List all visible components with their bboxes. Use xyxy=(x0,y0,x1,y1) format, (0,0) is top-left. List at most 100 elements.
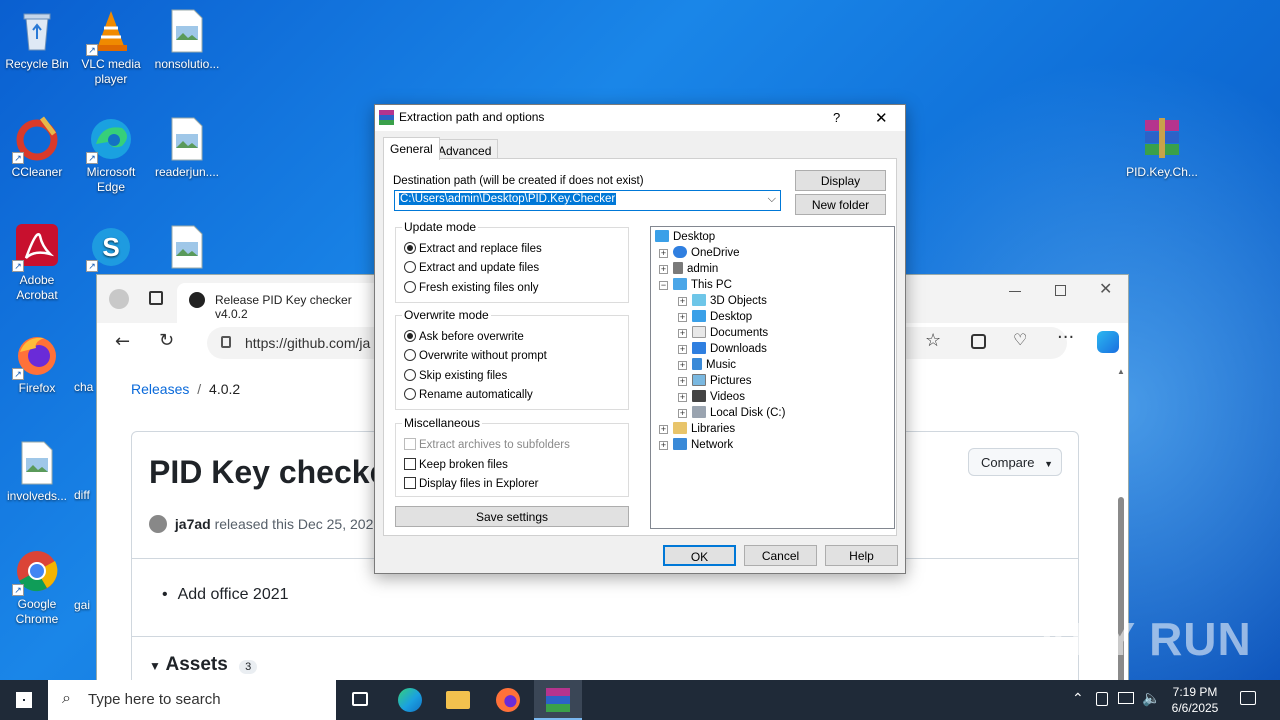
folder-tree[interactable]: Desktop + OneDrive + admin − This PC + 3… xyxy=(650,226,895,529)
assets-header[interactable]: ▼ Assets 3 xyxy=(149,654,258,676)
breadcrumb-releases-link[interactable]: Releases xyxy=(131,381,189,397)
desktop-icon-firefox[interactable]: ↗ Firefox xyxy=(0,332,74,396)
copilot-icon[interactable] xyxy=(1097,331,1119,353)
expand-icon[interactable]: + xyxy=(659,249,668,258)
desktop-icon-pid-archive[interactable]: PID.Key.Ch... xyxy=(1124,116,1200,180)
expand-icon[interactable]: + xyxy=(678,377,687,386)
author-link[interactable]: ja7ad xyxy=(175,516,211,532)
expand-icon[interactable]: + xyxy=(678,313,687,322)
volume-icon[interactable]: 🔈 xyxy=(1142,689,1161,707)
new-folder-button[interactable]: New folder xyxy=(795,194,886,215)
tree-item-pictures[interactable]: Pictures xyxy=(692,373,752,389)
back-arrow-icon[interactable]: ← xyxy=(115,331,130,352)
chevron-down-icon[interactable]: ⌵ xyxy=(768,193,776,206)
checkbox-keep-broken[interactable]: Keep broken files xyxy=(404,458,508,471)
tab-general[interactable]: General xyxy=(383,137,440,160)
profile-avatar-icon[interactable] xyxy=(109,289,129,309)
tree-item-libraries[interactable]: Libraries xyxy=(673,421,735,437)
destination-path-combobox[interactable]: C:\Users\admin\Desktop\PID.Key.Checker ⌵ xyxy=(394,190,781,211)
expand-icon[interactable]: + xyxy=(678,329,687,338)
desktop-icon-skype[interactable]: S ↗ xyxy=(74,224,148,273)
image-file-icon xyxy=(164,8,210,54)
tray-device-icon[interactable] xyxy=(1096,692,1108,706)
ok-button[interactable]: OK xyxy=(663,545,736,566)
taskbar-winrar[interactable] xyxy=(534,680,582,720)
taskbar-file-explorer[interactable] xyxy=(434,680,482,720)
expand-icon[interactable]: + xyxy=(659,425,668,434)
expand-icon[interactable]: + xyxy=(678,393,687,402)
notifications-icon[interactable] xyxy=(1240,691,1256,705)
radio-fresh-existing[interactable]: Fresh existing files only xyxy=(404,281,539,294)
expand-icon[interactable]: + xyxy=(659,265,668,274)
network-tray-icon[interactable] xyxy=(1118,692,1134,704)
expand-icon[interactable]: + xyxy=(678,361,687,370)
desktop-icon-label: involveds... xyxy=(6,489,68,503)
help-button[interactable]: ? xyxy=(833,110,840,125)
taskbar-firefox[interactable] xyxy=(484,680,532,720)
browser-essentials-icon[interactable]: ♡ xyxy=(1013,330,1027,349)
scroll-up-icon[interactable]: ▲ xyxy=(1117,367,1125,376)
clock[interactable]: 7:19 PM 6/6/2025 xyxy=(1166,684,1224,716)
expand-icon[interactable]: + xyxy=(678,409,687,418)
browser-tab[interactable]: Release PID Key checker v4.0.2 xyxy=(177,283,387,323)
task-view-button[interactable] xyxy=(336,680,384,720)
desktop-icon-recycle-bin[interactable]: Recycle Bin xyxy=(0,8,74,72)
display-button[interactable]: Display xyxy=(795,170,886,191)
tree-item-music[interactable]: Music xyxy=(692,357,736,373)
desktop-icon-image-file[interactable] xyxy=(150,224,224,273)
tab-actions-icon[interactable] xyxy=(149,291,163,305)
tree-item-desktop[interactable]: Desktop xyxy=(692,309,752,325)
maximize-icon[interactable] xyxy=(1055,285,1066,296)
expand-icon[interactable]: + xyxy=(678,297,687,306)
tree-item-network[interactable]: Network xyxy=(673,437,733,453)
tree-item-desktop-root[interactable]: Desktop xyxy=(655,229,715,245)
tree-item-downloads[interactable]: Downloads xyxy=(692,341,767,357)
taskbar-edge[interactable] xyxy=(386,680,434,720)
radio-overwrite-without[interactable]: Overwrite without prompt xyxy=(404,349,547,362)
radio-extract-update[interactable]: Extract and update files xyxy=(404,261,539,274)
collapse-icon[interactable]: − xyxy=(659,281,668,290)
desktop-icon-readerjun[interactable]: readerjun.... xyxy=(150,116,224,180)
dialog-titlebar[interactable]: Extraction path and options ? ✕ xyxy=(375,105,905,131)
expand-icon[interactable]: + xyxy=(659,441,668,450)
expand-icon[interactable]: + xyxy=(678,345,687,354)
tree-item-this-pc[interactable]: This PC xyxy=(673,277,732,293)
cancel-button[interactable]: Cancel xyxy=(744,545,817,566)
desktop-icon-involveds[interactable]: involveds... xyxy=(0,440,74,504)
tab-advanced[interactable]: Advanced xyxy=(431,139,499,159)
radio-extract-replace[interactable]: Extract and replace files xyxy=(404,242,542,255)
radio-skip-existing[interactable]: Skip existing files xyxy=(404,369,507,382)
radio-ask-before[interactable]: Ask before overwrite xyxy=(404,330,524,343)
tree-item-videos[interactable]: Videos xyxy=(692,389,745,405)
tree-item-3d-objects[interactable]: 3D Objects xyxy=(692,293,767,309)
extraction-dialog[interactable]: Extraction path and options ? ✕ General … xyxy=(374,104,906,574)
desktop-icon-acrobat[interactable]: ↗ Adobe Acrobat xyxy=(0,224,74,303)
desktop-icon-ccleaner[interactable]: ↗ CCleaner xyxy=(0,116,74,180)
favorites-star-icon[interactable]: ☆ xyxy=(925,330,941,351)
tree-item-documents[interactable]: Documents xyxy=(692,325,768,341)
windows-start-icon[interactable] xyxy=(16,692,32,708)
show-hidden-icons-chevron-icon[interactable]: ⌃ xyxy=(1072,690,1084,707)
minimize-icon[interactable] xyxy=(1009,291,1021,292)
desktop-icon-cha[interactable]: cha xyxy=(74,380,96,395)
tree-item-onedrive[interactable]: OneDrive xyxy=(673,245,740,261)
desktop-icon-gai[interactable]: gai xyxy=(74,598,96,613)
radio-rename-auto[interactable]: Rename automatically xyxy=(404,388,533,401)
checkbox-display-explorer[interactable]: Display files in Explorer xyxy=(404,477,539,490)
close-window-icon[interactable]: ✕ xyxy=(1099,279,1112,298)
help-dialog-button[interactable]: Help xyxy=(825,545,898,566)
compare-button[interactable]: Compare ▼ xyxy=(968,448,1062,476)
close-button[interactable]: ✕ xyxy=(875,109,888,127)
desktop-icon-diff[interactable]: diff xyxy=(74,488,96,503)
refresh-icon[interactable]: ↻ xyxy=(159,330,174,351)
more-menu-icon[interactable]: ··· xyxy=(1057,327,1074,348)
desktop-icon-nonsolutio[interactable]: nonsolutio... xyxy=(150,8,224,72)
desktop-icon-vlc[interactable]: ↗ VLC media player xyxy=(74,8,148,87)
save-settings-button[interactable]: Save settings xyxy=(395,506,629,527)
tree-item-admin[interactable]: admin xyxy=(673,261,718,277)
desktop-icon-chrome[interactable]: ↗ Google Chrome xyxy=(0,548,74,627)
tree-item-local-disk[interactable]: Local Disk (C:) xyxy=(692,405,785,421)
desktop-icon-edge[interactable]: ↗ Microsoft Edge xyxy=(74,116,148,195)
collections-icon[interactable] xyxy=(971,334,986,349)
taskbar-search-box[interactable]: ⌕ Type here to search xyxy=(48,680,336,720)
